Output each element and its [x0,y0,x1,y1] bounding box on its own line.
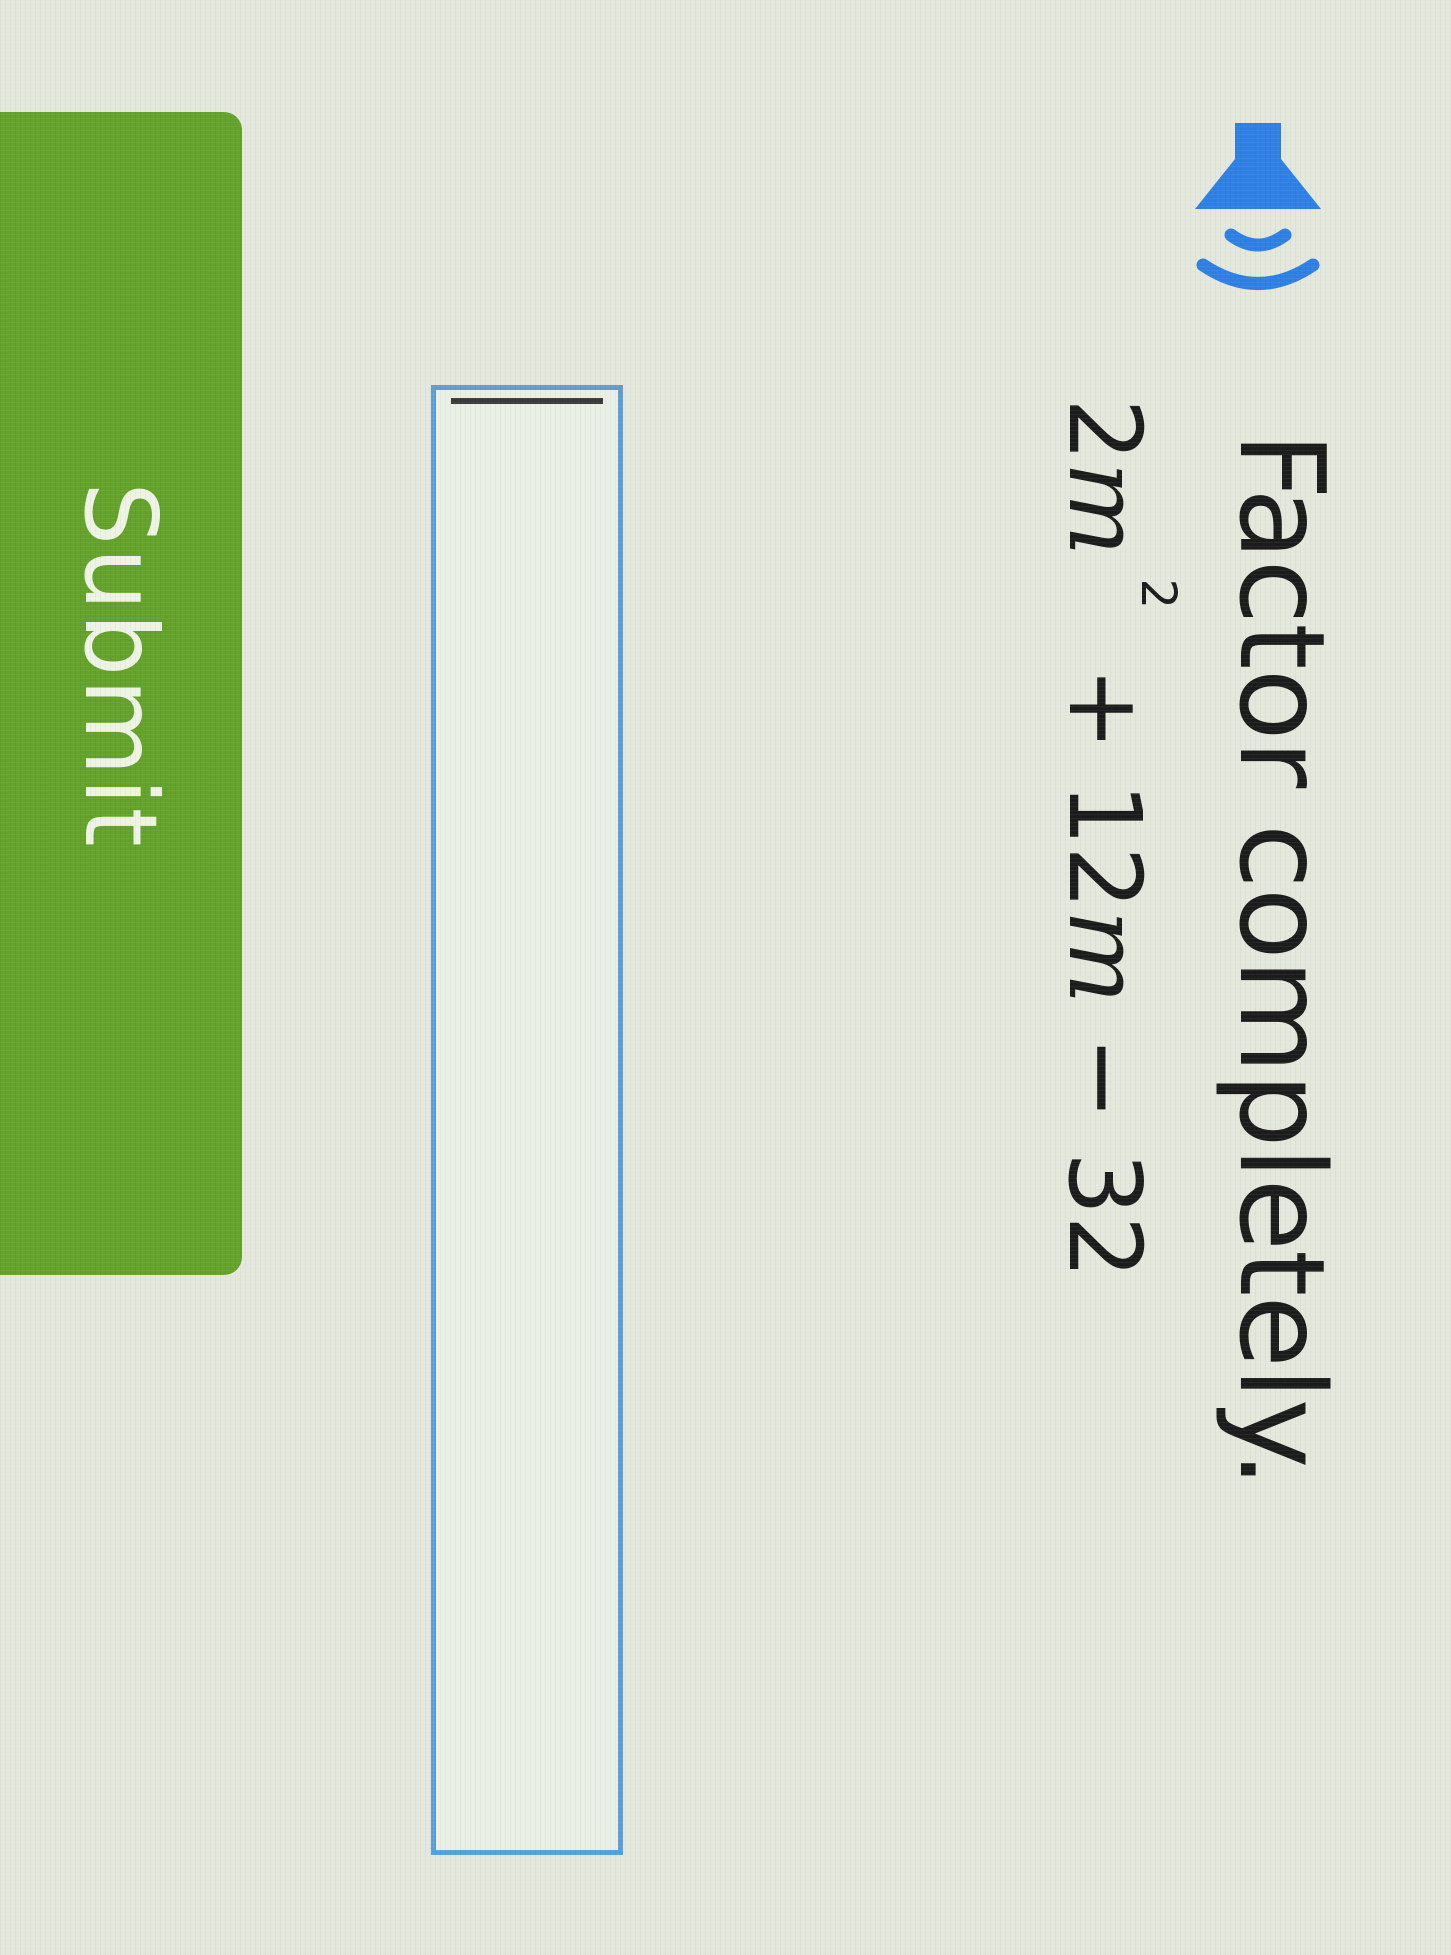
speaker-icon[interactable] [1183,117,1333,307]
expression-variable: m [1046,909,1163,1005]
expression-variable: m [1046,461,1163,557]
submit-button[interactable]: Submit [0,112,242,1275]
expression-exponent: 2 [1130,578,1186,609]
expression-constant-term: − 32 [1046,1004,1163,1280]
text-cursor [451,398,603,404]
math-expression: 2m2 + 12m − 32 [1039,398,1189,1279]
answer-input[interactable] [431,385,623,1855]
question-prompt: Factor completely. [1213,432,1351,1488]
expression-middle-term: + 12 [1046,635,1163,910]
question-panel: Factor completely. 2m2 + 12m − 32 Submit [0,0,1451,1955]
screen: { "question": { "prompt": "Factor comple… [0,0,1451,1955]
expression-coefficient: 2 [1046,398,1163,462]
